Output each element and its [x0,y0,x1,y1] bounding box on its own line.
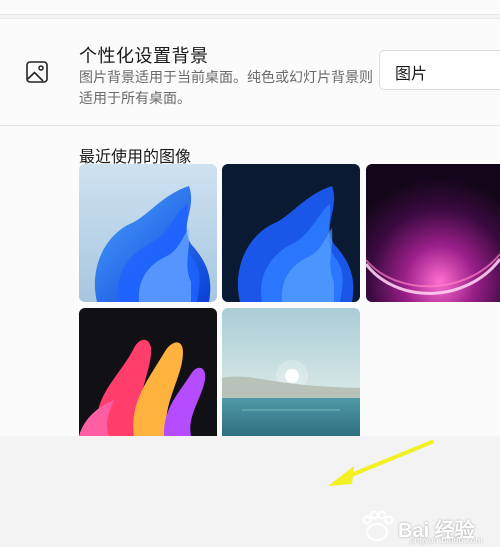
setting-description: 图片背景适用于当前桌面。纯色或幻灯片背景则适用于所有桌面。 [79,69,373,106]
dropdown-selected-value: 图片 [395,66,428,83]
baidu-watermark: Bai 经验 jingyan.baidu.com [358,508,498,546]
recent-image-colorful-ribbons[interactable] [79,308,217,436]
background-type-dropdown[interactable]: 图片 [379,50,500,90]
setting-title: 个性化设置背景 [79,46,209,66]
recent-image-bloom-light[interactable] [79,164,217,302]
recent-image-bloom-dark[interactable] [222,164,360,302]
personalize-background-card: 个性化设置背景 图片背景适用于当前桌面。纯色或幻灯片背景则适用于所有桌面。 图片 [0,18,500,126]
recent-image-purple-glow[interactable] [366,164,500,302]
recent-images-section: 最近使用的图像 Bai 经验 jingyan.baidu.com [0,126,500,545]
image-icon [23,58,51,86]
previous-setting-card [0,0,500,15]
recent-image-lake-sunrise[interactable] [222,308,360,436]
baidu-paw-icon [362,510,394,541]
yellow-arrow-annotation [328,440,434,486]
watermark-subtext: jingyan.baidu.com [410,536,483,545]
